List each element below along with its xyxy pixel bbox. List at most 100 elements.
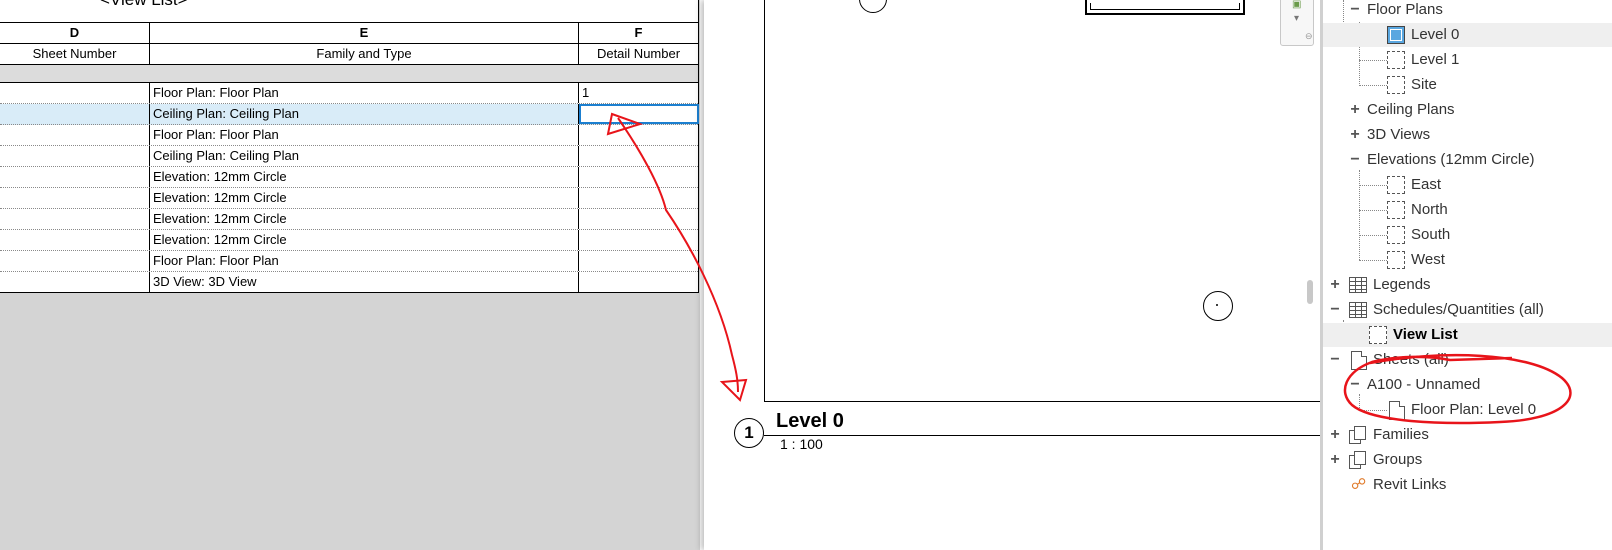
tree-label: South: [1411, 226, 1451, 243]
cell-detail-number[interactable]: [579, 209, 699, 229]
cell-family-type[interactable]: 3D View: 3D View: [150, 272, 579, 292]
table-row[interactable]: Ceiling Plan: Ceiling Plan: [0, 146, 698, 167]
table-row[interactable]: Floor Plan: Floor Plan 1: [0, 83, 698, 104]
cell-detail-number[interactable]: [579, 272, 699, 292]
collapse-icon[interactable]: −: [1349, 373, 1361, 397]
table-row[interactable]: Elevation: 12mm Circle: [0, 167, 698, 188]
cell-family-type[interactable]: Floor Plan: Floor Plan: [150, 125, 579, 145]
collapse-icon[interactable]: −: [1349, 148, 1361, 172]
splitter-handle[interactable]: [1307, 280, 1313, 304]
cell-sheet-number[interactable]: [0, 230, 150, 250]
expand-icon[interactable]: +: [1329, 423, 1341, 447]
sheet-view[interactable]: ▣ ▾ ⊖ 1 Level 0 1 : 100: [704, 0, 1324, 550]
project-browser: − Floor Plans Level 0 Level 1 Site + Cei…: [1307, 0, 1612, 550]
collapse-icon[interactable]: −: [1329, 298, 1341, 322]
expand-icon[interactable]: +: [1329, 448, 1341, 472]
tree-families[interactable]: + Families: [1323, 423, 1612, 447]
cell-family-type[interactable]: Ceiling Plan: Ceiling Plan: [150, 104, 579, 124]
tree-3d-views[interactable]: + 3D Views: [1323, 123, 1612, 147]
cell-detail-number[interactable]: [579, 167, 699, 187]
cell-sheet-number[interactable]: [0, 272, 150, 292]
tree-level-1[interactable]: Level 1: [1323, 48, 1612, 72]
tree-groups[interactable]: + Groups: [1323, 448, 1612, 472]
cell-sheet-number[interactable]: [0, 167, 150, 187]
collapse-icon[interactable]: −: [1349, 0, 1361, 22]
tree-site[interactable]: Site: [1323, 73, 1612, 97]
chevron-down-icon[interactable]: ▾: [1294, 13, 1299, 24]
column-header-detail-number[interactable]: Detail Number: [579, 44, 698, 64]
elevation-marker[interactable]: [1203, 291, 1233, 321]
cell-detail-number[interactable]: 1: [579, 83, 699, 103]
table-row[interactable]: Elevation: 12mm Circle: [0, 230, 698, 251]
tree-revit-links[interactable]: ☍ Revit Links: [1323, 473, 1612, 497]
tree-elevations[interactable]: − Elevations (12mm Circle): [1323, 148, 1612, 172]
tree-floor-plans[interactable]: − Floor Plans: [1323, 0, 1612, 22]
tree-view-list[interactable]: View List: [1323, 323, 1612, 347]
view-icon: [1387, 226, 1405, 244]
expand-icon[interactable]: +: [1329, 273, 1341, 297]
cell-detail-number-active[interactable]: [579, 104, 699, 124]
cell-sheet-number[interactable]: [0, 188, 150, 208]
tree-north[interactable]: North: [1323, 198, 1612, 222]
tree-west[interactable]: West: [1323, 248, 1612, 272]
cell-detail-number[interactable]: [579, 146, 699, 166]
tree-label: Site: [1411, 76, 1437, 93]
tree-level-0[interactable]: Level 0: [1323, 23, 1612, 47]
groups-icon: [1349, 451, 1367, 469]
cell-family-type[interactable]: Elevation: 12mm Circle: [150, 167, 579, 187]
cell-family-type[interactable]: Floor Plan: Floor Plan: [150, 83, 579, 103]
tree-label: Schedules/Quantities (all): [1373, 301, 1544, 318]
collapse-icon[interactable]: −: [1329, 348, 1341, 372]
tree-schedules[interactable]: − Schedules/Quantities (all): [1323, 298, 1612, 322]
cell-family-type[interactable]: Elevation: 12mm Circle: [150, 230, 579, 250]
zoom-icon[interactable]: ▣: [1292, 0, 1301, 10]
sheet-icon: [1351, 351, 1367, 370]
options-icon[interactable]: ⊖: [1305, 31, 1313, 42]
column-letter-d[interactable]: D: [0, 23, 150, 43]
cell-family-type[interactable]: Elevation: 12mm Circle: [150, 188, 579, 208]
table-row[interactable]: Floor Plan: Floor Plan: [0, 251, 698, 272]
schedule-view: <View List> D E F Sheet Number Family an…: [0, 0, 700, 550]
cell-sheet-number[interactable]: [0, 209, 150, 229]
cell-sheet-number[interactable]: [0, 146, 150, 166]
column-header-family-type[interactable]: Family and Type: [150, 44, 579, 64]
tree-label: North: [1411, 201, 1448, 218]
tree-ceiling-plans[interactable]: + Ceiling Plans: [1323, 98, 1612, 122]
cell-sheet-number[interactable]: [0, 104, 150, 124]
tree-east[interactable]: East: [1323, 173, 1612, 197]
cell-sheet-number[interactable]: [0, 251, 150, 271]
cell-detail-number[interactable]: [579, 188, 699, 208]
table-row[interactable]: Floor Plan: Floor Plan: [0, 125, 698, 146]
cell-detail-number[interactable]: [579, 230, 699, 250]
cell-family-type[interactable]: Elevation: 12mm Circle: [150, 209, 579, 229]
expand-icon[interactable]: +: [1349, 98, 1361, 122]
tree-legends[interactable]: + Legends: [1323, 273, 1612, 297]
elevation-marker[interactable]: [859, 0, 887, 13]
tree-south[interactable]: South: [1323, 223, 1612, 247]
view-title[interactable]: 1 Level 0 1 : 100: [734, 410, 1354, 460]
legend-icon: [1349, 277, 1367, 293]
table-row-selected[interactable]: Ceiling Plan: Ceiling Plan: [0, 104, 699, 125]
tree-sheets[interactable]: − Sheets (all): [1323, 348, 1612, 372]
cell-family-type[interactable]: Floor Plan: Floor Plan: [150, 251, 579, 271]
cell-detail-number[interactable]: [579, 125, 699, 145]
column-header-sheet-number[interactable]: Sheet Number: [0, 44, 150, 64]
placed-view-icon: [1389, 401, 1405, 420]
expand-icon[interactable]: +: [1349, 123, 1361, 147]
navigation-bar[interactable]: ▣ ▾ ⊖: [1280, 0, 1314, 46]
viewport-frame[interactable]: [764, 0, 1324, 402]
tree-label: Families: [1373, 426, 1429, 443]
table-row[interactable]: Elevation: 12mm Circle: [0, 209, 698, 230]
tree-sheet-a100[interactable]: − A100 - Unnamed: [1323, 373, 1612, 397]
table-row[interactable]: 3D View: 3D View: [0, 272, 698, 292]
table-row[interactable]: Elevation: 12mm Circle: [0, 188, 698, 209]
column-letter-f[interactable]: F: [579, 23, 698, 43]
schedule-title-bar: <View List>: [0, 0, 699, 22]
cell-sheet-number[interactable]: [0, 125, 150, 145]
cell-family-type[interactable]: Ceiling Plan: Ceiling Plan: [150, 146, 579, 166]
cell-sheet-number[interactable]: [0, 83, 150, 103]
link-icon: ☍: [1351, 476, 1367, 493]
tree-sheet-a100-view[interactable]: Floor Plan: Level 0: [1323, 398, 1612, 422]
column-letter-e[interactable]: E: [150, 23, 579, 43]
cell-detail-number[interactable]: [579, 251, 699, 271]
